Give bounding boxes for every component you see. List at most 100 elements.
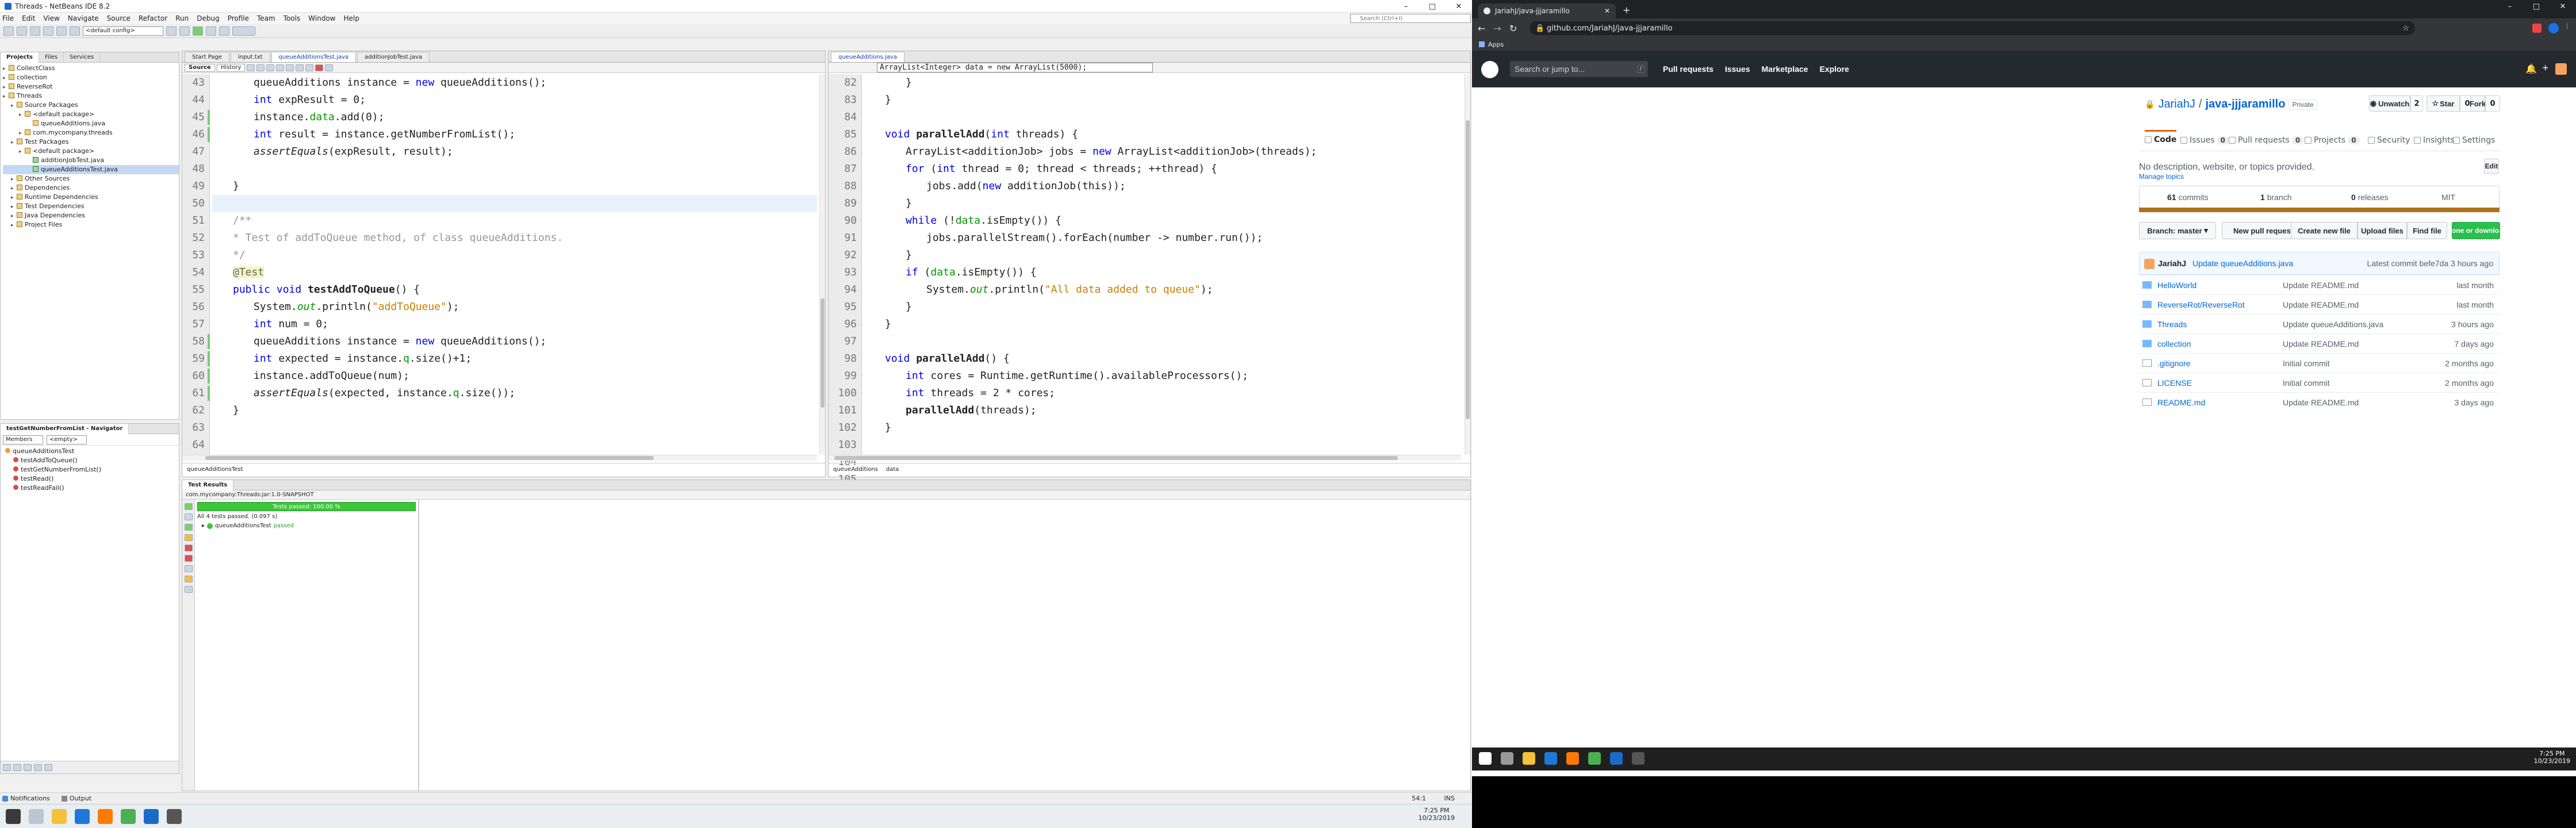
- tree-item[interactable]: ▸ Test Packages: [3, 137, 179, 147]
- build-icon[interactable]: [166, 26, 177, 36]
- repo-owner-link[interactable]: JariahJ: [2158, 98, 2195, 111]
- address-bar[interactable]: 🔒 github.com/JariahJ/java-jjjaramillo ☆: [1529, 21, 2415, 35]
- scrollbar-vertical-right[interactable]: [1465, 74, 1470, 455]
- file-commit-message[interactable]: Update README.md: [2283, 339, 2359, 348]
- license-link[interactable]: MIT: [2441, 193, 2455, 202]
- terminal-icon[interactable]: [1632, 752, 1644, 765]
- tree-item[interactable]: ▸ com.mycompany.threads: [3, 128, 179, 137]
- tree-item[interactable]: ▸ Source Packages: [3, 101, 179, 110]
- file-name-link[interactable]: README.md: [2157, 398, 2205, 407]
- apps-icon[interactable]: [1479, 41, 1485, 47]
- filter-icon[interactable]: [13, 764, 21, 771]
- close-icon[interactable]: ✕: [2550, 0, 2576, 13]
- file-name-link[interactable]: HelloWorld: [2157, 281, 2196, 290]
- file-row[interactable]: README.md Update README.md 3 days ago: [2139, 392, 2500, 412]
- tree-item[interactable]: ▸ collection: [3, 73, 179, 82]
- file-name-link[interactable]: ReverseRot/ReverseRot: [2157, 300, 2245, 309]
- show-errors-icon[interactable]: [185, 534, 193, 541]
- edit-description-button[interactable]: Edit: [2484, 159, 2499, 174]
- expand-icon[interactable]: ▸: [19, 147, 25, 156]
- expand-icon[interactable]: ▸: [19, 129, 25, 138]
- navigator-item[interactable]: testReadFail(): [5, 484, 179, 493]
- clean-build-icon[interactable]: [179, 26, 190, 36]
- create-new-icon[interactable]: +: [2542, 62, 2548, 74]
- editor-tab[interactable]: queueAdditionsTest.java: [271, 52, 356, 62]
- config-select[interactable]: <default config>: [83, 26, 163, 36]
- start-icon[interactable]: [6, 809, 21, 824]
- browser-menu-icon[interactable]: ⋮: [2564, 22, 2570, 30]
- branches-link[interactable]: 1 branch: [2260, 193, 2292, 202]
- menu-file[interactable]: File: [2, 14, 14, 22]
- apps-bookmark[interactable]: Apps: [1488, 41, 1504, 48]
- file-explorer-icon[interactable]: [52, 809, 67, 824]
- expand-icon[interactable]: ▸: [3, 74, 9, 83]
- save-all-icon[interactable]: [43, 26, 53, 36]
- firefox-icon[interactable]: [1566, 752, 1579, 765]
- code-area-left[interactable]: 43 44 45 46 47 48 49 50 51 52 53 54 55 56 57 58 59 60 61 62…: [182, 74, 817, 455]
- menu-team[interactable]: Team: [257, 14, 275, 22]
- tree-item[interactable]: ▸ Other Sources: [3, 174, 179, 183]
- create-file-button[interactable]: Create new file: [2291, 222, 2358, 239]
- menu-run[interactable]: Run: [175, 14, 189, 22]
- output-icon[interactable]: [61, 795, 67, 802]
- file-row[interactable]: LICENSE Initial commit 2 months ago: [2139, 373, 2500, 392]
- fork-count[interactable]: 0: [2485, 95, 2500, 112]
- test-results-tab[interactable]: Test Results: [182, 480, 234, 490]
- github-search-input[interactable]: Search or jump to... /: [1510, 61, 1648, 77]
- show-aborted-icon[interactable]: [185, 555, 193, 562]
- language-bar[interactable]: [2139, 208, 2500, 212]
- repo-tab-insights[interactable]: Insights: [2414, 136, 2455, 145]
- repo-tab-projects[interactable]: Projects 0: [2305, 136, 2360, 145]
- new-tab-icon[interactable]: +: [1623, 5, 1630, 16]
- scrollbar-horizontal-left[interactable]: [182, 455, 817, 461]
- toggle-highlight-icon[interactable]: [276, 64, 285, 71]
- tree-item[interactable]: queueAdditionsTest.java: [3, 165, 179, 174]
- edge-icon[interactable]: [75, 809, 90, 824]
- maximize-icon[interactable]: □: [2523, 0, 2550, 13]
- fork-button[interactable]: Fork: [2470, 95, 2486, 112]
- editor-tab[interactable]: additionJobTest.java: [357, 52, 430, 62]
- file-row[interactable]: Threads Update queueAdditions.java 3 hours…: [2139, 314, 2500, 334]
- notifications-bell-icon[interactable]: 🔔: [2525, 63, 2537, 75]
- task-view-icon[interactable]: [29, 809, 44, 824]
- file-commit-message[interactable]: Initial commit: [2283, 378, 2330, 388]
- file-row[interactable]: ReverseRot/ReverseRot Update README.md las…: [2139, 294, 2500, 314]
- gh-nav-issues[interactable]: Issues: [1725, 64, 1750, 74]
- file-row[interactable]: collection Update README.md 7 days ago: [2139, 334, 2500, 353]
- show-passed-icon[interactable]: [185, 524, 193, 531]
- tree-item[interactable]: ▸ Runtime Dependencies: [3, 193, 179, 202]
- unwatch-button[interactable]: ◉ Unwatch: [2369, 95, 2410, 112]
- tree-item[interactable]: ▸ Java Dependencies: [3, 211, 179, 220]
- tree-item[interactable]: ▸ <default package>: [3, 110, 179, 119]
- file-commit-message[interactable]: Update queueAdditions.java: [2283, 320, 2383, 329]
- file-row[interactable]: HelloWorld Update README.md last month: [2139, 275, 2500, 294]
- notifications-button[interactable]: Notifications: [10, 795, 50, 802]
- expand-icon[interactable]: ▸: [19, 110, 25, 120]
- menu-navigate[interactable]: Navigate: [68, 14, 99, 22]
- tree-item[interactable]: ▸ ReverseRot: [3, 82, 179, 91]
- repo-tab-issues[interactable]: Issues 0: [2180, 136, 2229, 145]
- clock[interactable]: 7:25 PM 10/23/2019: [1419, 807, 1455, 822]
- tree-item[interactable]: ▸ <default package>: [3, 147, 179, 156]
- start-icon[interactable]: [1479, 752, 1492, 765]
- code-area-right[interactable]: 82 83 84 85 86 87 88 89 90 91 92 93 94 95 96 97 98 99 100 1…: [829, 74, 1461, 520]
- repo-tab-settings[interactable]: Settings: [2453, 136, 2495, 145]
- show-failures-icon[interactable]: [185, 545, 193, 551]
- menu-refactor[interactable]: Refactor: [139, 14, 167, 22]
- watch-count[interactable]: 2: [2410, 95, 2423, 112]
- navigator-item[interactable]: queueAdditionsTest: [5, 447, 179, 456]
- editor-tab[interactable]: input.txt: [230, 52, 270, 62]
- gh-nav-explore[interactable]: Explore: [1819, 64, 1849, 74]
- navigator-item[interactable]: testGetNumberFromList(): [5, 465, 179, 474]
- test-item-row[interactable]: ▸ queueAdditionsTest passed: [202, 523, 294, 529]
- comment-icon[interactable]: [325, 64, 334, 71]
- editor-tab[interactable]: Start Page: [185, 52, 229, 62]
- tree-item[interactable]: queueAdditions.java: [3, 119, 179, 128]
- tree-item[interactable]: ▸ Project Files: [3, 220, 179, 229]
- repo-name-link[interactable]: java-jjjaramillo: [2205, 98, 2285, 111]
- tree-item[interactable]: ▸ Threads: [3, 91, 179, 101]
- sort-icon[interactable]: [3, 764, 11, 771]
- output-button[interactable]: Output: [70, 795, 91, 802]
- next-failure-icon[interactable]: [185, 576, 193, 582]
- navigator-empty-select[interactable]: <empty>: [47, 435, 87, 444]
